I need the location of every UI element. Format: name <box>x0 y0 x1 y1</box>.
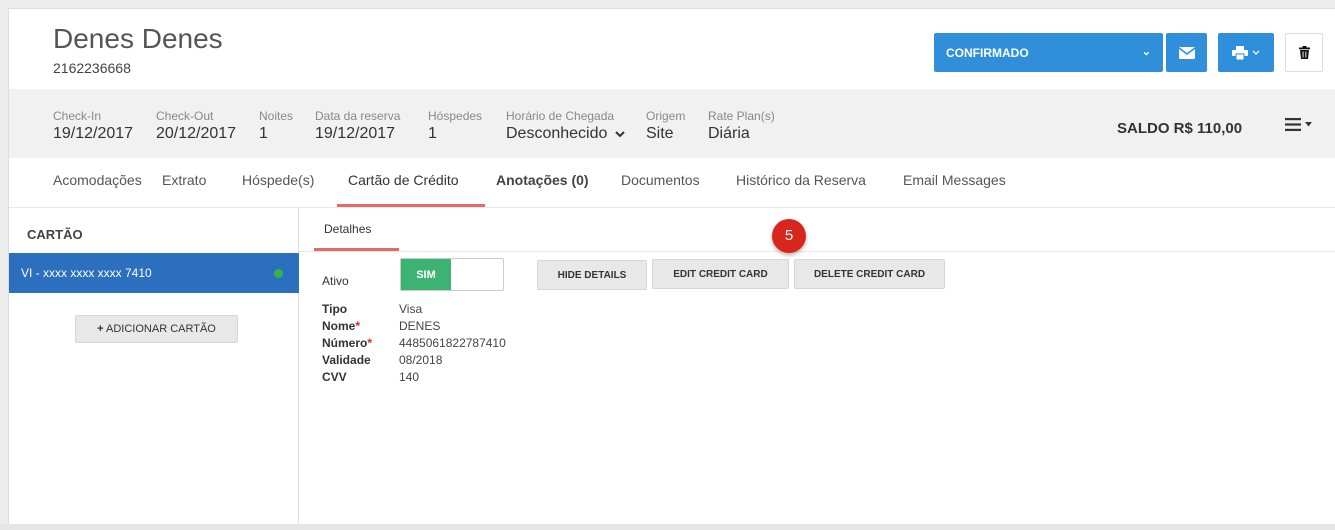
detail-value: 4485061822787410 <box>399 336 506 350</box>
detail-key: Validade <box>322 353 371 367</box>
card-label: VI - xxxx xxxx xxxx 7410 <box>21 266 152 280</box>
ativo-label: Ativo <box>322 274 349 288</box>
reservation-info-bar: Check-In 19/12/2017 Check-Out 20/12/2017… <box>9 89 1335 158</box>
origem-field: Origem Site <box>646 109 685 143</box>
origem-label: Origem <box>646 109 686 123</box>
detail-value: 08/2018 <box>399 353 443 367</box>
chegada-field[interactable]: Horário de Chegada Desconhecido <box>506 109 625 143</box>
checkout-field: Check-Out 20/12/2017 <box>156 109 236 143</box>
checkout-label: Check-Out <box>156 109 214 123</box>
status-label: CONFIRMADO <box>946 46 1029 60</box>
checkin-label: Check-In <box>53 109 102 123</box>
caret-down-icon <box>1305 122 1312 127</box>
hamburger-icon <box>1285 118 1301 131</box>
chegada-value: Desconhecido <box>506 125 608 142</box>
ativo-toggle[interactable]: SIM <box>400 258 504 291</box>
chegada-label: Horário de Chegada <box>506 109 615 123</box>
detail-value: DENES <box>399 319 441 333</box>
email-button[interactable] <box>1166 33 1207 72</box>
chevron-down-icon <box>1252 50 1260 55</box>
step-badge: 5 <box>772 219 806 253</box>
delete-credit-card-button[interactable]: DELETE CREDIT CARD <box>794 259 945 289</box>
saldo-value: SALDO R$ 110,00 <box>1117 120 1243 137</box>
chegada-dropdown[interactable]: Desconhecido <box>506 125 625 143</box>
checkin-field: Check-In 19/12/2017 <box>53 109 133 143</box>
noites-label: Noites <box>259 109 294 123</box>
rate-plan-value: Diária <box>708 125 750 142</box>
noites-value: 1 <box>259 125 268 142</box>
card-panel-title: CARTÃO <box>27 227 83 242</box>
printer-icon <box>1232 45 1248 60</box>
add-card-button[interactable]: + ADICIONAR CARTÃO <box>75 315 238 343</box>
tab-cartao-de-credito[interactable]: Cartão de Crédito <box>348 172 459 188</box>
envelope-icon <box>1178 46 1195 59</box>
detail-key: Tipo <box>322 302 348 316</box>
rate-plan-field: Rate Plan(s) Diária <box>708 109 775 143</box>
tab-hospedes[interactable]: Hóspede(s) <box>242 172 314 188</box>
tab-historico[interactable]: Histórico da Reserva <box>736 172 866 188</box>
tab-documentos[interactable]: Documentos <box>621 172 700 188</box>
tab-detalhes[interactable]: Detalhes <box>324 222 371 236</box>
checkin-value: 19/12/2017 <box>53 125 134 142</box>
tab-extrato[interactable]: Extrato <box>162 172 206 188</box>
noites-field: Noites 1 <box>259 109 293 143</box>
bottom-strip <box>0 524 1335 530</box>
hospedes-field: Hóspedes 1 <box>428 109 482 143</box>
plus-icon: + <box>97 323 104 335</box>
detail-key: Número* <box>322 336 373 350</box>
print-button[interactable] <box>1218 33 1274 72</box>
active-status-dot <box>274 269 283 278</box>
guest-phone: 2162236668 <box>53 60 131 76</box>
data-reserva-field: Data da reserva 19/12/2017 <box>315 109 400 143</box>
checkout-value: 20/12/2017 <box>156 125 237 142</box>
trash-icon <box>1298 46 1310 59</box>
status-dropdown[interactable]: CONFIRMADO ⌄ <box>934 33 1163 72</box>
data-reserva-value: 19/12/2017 <box>315 125 396 142</box>
edit-credit-card-button[interactable]: EDIT CREDIT CARD <box>652 259 789 289</box>
detail-key: CVV <box>322 370 347 384</box>
detail-value: Visa <box>399 302 423 316</box>
data-reserva-label: Data da reserva <box>315 109 401 123</box>
toggle-on-state: SIM <box>401 259 451 290</box>
tab-acomodacoes[interactable]: Acomodações <box>53 172 142 188</box>
delete-reservation-button[interactable] <box>1285 33 1323 72</box>
add-card-label: ADICIONAR CARTÃO <box>106 323 216 335</box>
chevron-down-icon <box>615 131 625 138</box>
subtab-divider <box>299 251 1335 252</box>
rate-plan-label: Rate Plan(s) <box>708 109 775 123</box>
guest-name: Denes Denes <box>53 23 223 54</box>
origem-value: Site <box>646 125 674 142</box>
detail-value: 140 <box>399 370 420 384</box>
more-menu-button[interactable] <box>1285 118 1312 131</box>
hospedes-value: 1 <box>428 125 437 142</box>
reservation-window: Denes Denes 2162236668 CONFIRMADO ⌄ Chec… <box>8 8 1335 525</box>
detail-key: Nome* <box>322 319 361 333</box>
card-list-panel: CARTÃO VI - xxxx xxxx xxxx 7410 + ADICIO… <box>9 208 299 525</box>
card-list-item[interactable]: VI - xxxx xxxx xxxx 7410 <box>9 253 299 293</box>
tab-anotacoes[interactable]: Anotações (0) <box>496 172 589 188</box>
chevron-down-icon: ⌄ <box>1141 46 1151 58</box>
tab-email-messages[interactable]: Email Messages <box>903 172 1006 188</box>
hide-details-button[interactable]: HIDE DETAILS <box>537 260 647 290</box>
hospedes-label: Hóspedes <box>428 109 483 123</box>
